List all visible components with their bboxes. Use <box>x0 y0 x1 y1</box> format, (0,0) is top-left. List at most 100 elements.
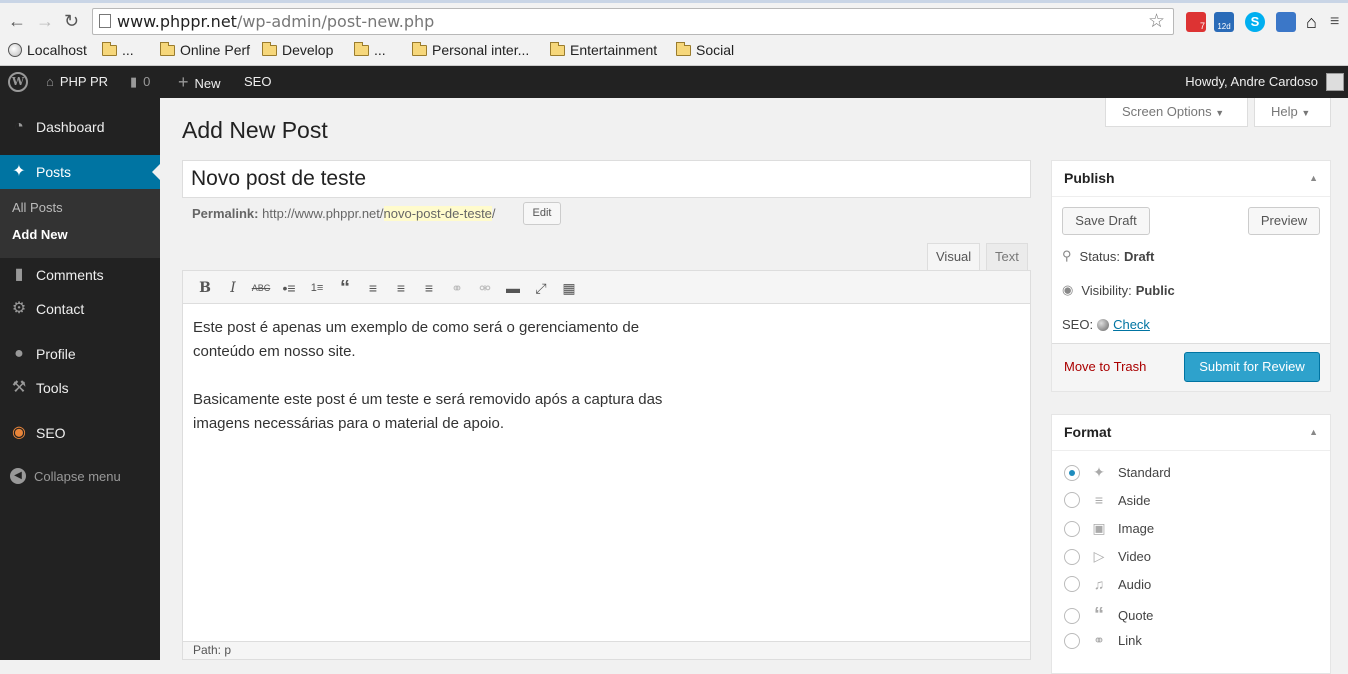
format-option-standard[interactable]: ✦ Standard <box>1064 464 1171 481</box>
bookmark-develop[interactable]: Develop <box>262 41 333 58</box>
seo-label: SEO: <box>1062 317 1094 332</box>
bookmark-personal[interactable]: Personal inter... <box>412 41 530 58</box>
numbered-list-icon[interactable]: 1≡ <box>306 277 328 299</box>
toolbar-toggle-icon[interactable]: ▦ <box>558 277 580 299</box>
howdy-user-link[interactable]: Howdy, Andre Cardoso <box>1185 66 1318 98</box>
radio-button[interactable] <box>1064 464 1080 481</box>
bullet-list-icon[interactable]: •≡ <box>278 277 300 299</box>
bookmark-online-perf[interactable]: Online Perf <box>160 41 250 58</box>
bookmark-folder-1[interactable]: ... <box>102 41 134 58</box>
extension-badge-icon[interactable]: 7 <box>1186 12 1206 32</box>
sidebar-item-seo[interactable]: ◉ SEO <box>0 416 160 450</box>
preview-button[interactable]: Preview <box>1248 207 1320 235</box>
seo-status-icon <box>1097 318 1110 331</box>
submit-for-review-button[interactable]: Submit for Review <box>1184 352 1320 382</box>
skype-icon[interactable]: S <box>1245 12 1265 32</box>
editor-path-bar: Path: p <box>183 641 1030 659</box>
format-box-header[interactable]: Format ▲ <box>1052 415 1330 451</box>
browser-toolbar: ← → ↻ www.phppr.net/wp-admin/post-new.ph… <box>0 0 1348 40</box>
reload-icon[interactable]: ↻ <box>64 11 79 31</box>
blockquote-icon[interactable]: “ <box>334 277 356 299</box>
bookmark-label: Entertainment <box>570 42 658 58</box>
save-draft-button[interactable]: Save Draft <box>1062 207 1150 235</box>
sidebar-item-tools[interactable]: ⚒ Tools <box>0 371 160 405</box>
link-icon[interactable]: ⚭ <box>446 277 468 299</box>
move-to-trash-link[interactable]: Move to Trash <box>1064 359 1146 374</box>
align-left-icon[interactable]: ≡ <box>362 277 384 299</box>
bold-icon[interactable]: B <box>194 277 216 299</box>
back-icon[interactable]: ← <box>8 11 26 31</box>
address-bar[interactable]: www.phppr.net/wp-admin/post-new.php ☆ <box>92 8 1174 35</box>
format-option-link[interactable]: ⚭ Link <box>1064 632 1142 649</box>
sidebar-label: Comments <box>36 267 104 283</box>
align-center-icon[interactable]: ≡ <box>390 277 412 299</box>
avatar[interactable] <box>1326 73 1344 91</box>
status-label: Status: <box>1079 248 1120 264</box>
strikethrough-icon[interactable]: ABC <box>250 277 272 299</box>
radio-button[interactable] <box>1064 607 1080 624</box>
screen-options-button[interactable]: Screen Options ▼ <box>1105 98 1248 127</box>
caret-down-icon: ▼ <box>1301 108 1311 118</box>
radio-button[interactable] <box>1064 576 1080 592</box>
read-more-icon[interactable]: ▬ <box>502 277 524 299</box>
align-right-icon[interactable]: ≡ <box>418 277 440 299</box>
editor-content[interactable]: Este post é apenas um exemplo de como se… <box>193 316 673 460</box>
collapse-toggle-icon[interactable]: ▲ <box>1309 161 1318 196</box>
collapse-toggle-icon[interactable]: ▲ <box>1309 415 1318 450</box>
bookmark-localhost[interactable]: Localhost <box>8 42 87 58</box>
seo-adminbar-link[interactable]: SEO <box>244 66 271 98</box>
home-icon[interactable]: ⌂ <box>1306 12 1326 32</box>
bookmark-social[interactable]: Social <box>676 41 734 58</box>
seo-check-link[interactable]: Check <box>1113 317 1150 332</box>
bookmark-label: Localhost <box>27 42 87 58</box>
tab-visual[interactable]: Visual <box>927 243 981 271</box>
sidebar-item-dashboard[interactable]: ◔ Dashboard <box>0 110 160 144</box>
seo-row: SEO: Check <box>1062 317 1150 332</box>
submenu-all-posts[interactable]: All Posts <box>12 200 63 215</box>
globe-icon <box>8 43 22 57</box>
tab-text[interactable]: Text <box>986 243 1028 271</box>
forward-icon[interactable]: → <box>36 11 54 31</box>
radio-button[interactable] <box>1064 632 1080 649</box>
menu-icon[interactable]: ≡ <box>1330 12 1348 32</box>
format-option-aside[interactable]: ≡ Aside <box>1064 492 1151 508</box>
comments-link[interactable]: ▮ 0 <box>130 66 150 98</box>
publish-box-header[interactable]: Publish ▲ <box>1052 161 1330 197</box>
radio-button[interactable] <box>1064 520 1080 537</box>
screen-capture-icon[interactable] <box>1276 12 1296 32</box>
admin-sidebar: ◔ Dashboard ✦ Posts All Posts Add New ▮ Com… <box>0 98 160 660</box>
format-option-quote[interactable]: “ Quote <box>1064 604 1153 627</box>
radio-button[interactable] <box>1064 492 1080 508</box>
wordpress-logo-icon[interactable]: W <box>8 72 28 92</box>
help-button[interactable]: Help ▼ <box>1254 98 1331 127</box>
sidebar-item-profile[interactable]: ● Profile <box>0 337 160 371</box>
bookmark-star-icon[interactable]: ☆ <box>1148 10 1165 33</box>
ext-badge-days: 12d <box>1217 22 1231 31</box>
format-option-audio[interactable]: ♫ Audio <box>1064 576 1151 592</box>
bookmark-entertainment[interactable]: Entertainment <box>550 41 658 58</box>
post-title-input[interactable]: Novo post de teste <box>182 160 1031 198</box>
italic-icon[interactable]: I <box>222 277 244 299</box>
collapse-menu-button[interactable]: ◀ Collapse menu <box>10 468 121 484</box>
format-label: Aside <box>1118 492 1151 508</box>
format-option-image[interactable]: ▣ Image <box>1064 520 1154 537</box>
bookmark-folder-2[interactable]: ... <box>354 41 386 58</box>
posts-submenu: All Posts Add New <box>0 189 160 258</box>
format-option-video[interactable]: ▷ Video <box>1064 548 1151 565</box>
new-content-link[interactable]: + New <box>178 66 221 98</box>
site-name-link[interactable]: ⌂ PHP PR <box>46 66 108 98</box>
url-text: www.phppr.net/wp-admin/post-new.php <box>117 12 434 31</box>
sidebar-item-comments[interactable]: ▮ Comments <box>0 258 160 292</box>
radio-button[interactable] <box>1064 548 1080 565</box>
fullscreen-icon[interactable]: ⤢ <box>530 277 552 299</box>
calendar-extension-icon[interactable]: 12d <box>1214 12 1234 32</box>
sidebar-item-posts[interactable]: ✦ Posts <box>0 155 160 189</box>
sidebar-item-contact[interactable]: ⚙ Contact <box>0 292 160 326</box>
bookmark-label: Personal inter... <box>432 42 530 58</box>
unlink-icon[interactable]: ⚮ <box>474 277 496 299</box>
permalink-slug[interactable]: novo-post-de-teste <box>383 206 492 221</box>
edit-permalink-button[interactable]: Edit <box>523 202 561 225</box>
submenu-add-new[interactable]: Add New <box>12 227 68 242</box>
visibility-value: Public <box>1135 282 1175 298</box>
comments-count: 0 <box>143 74 151 89</box>
